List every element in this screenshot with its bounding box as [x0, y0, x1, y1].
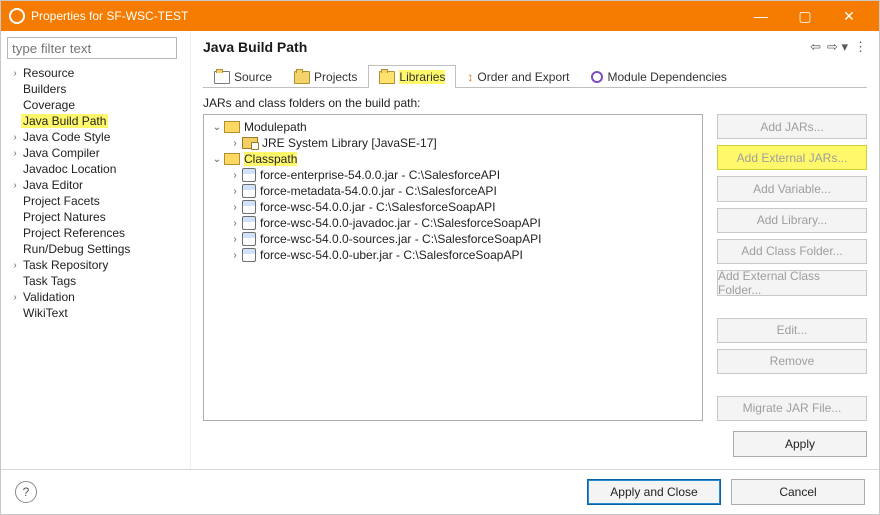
help-icon[interactable]: ?	[15, 481, 37, 503]
tree-node-modulepath[interactable]: ⌄ Modulepath	[210, 119, 696, 135]
apply-and-close-button[interactable]: Apply and Close	[587, 479, 721, 505]
nav-item[interactable]: Builders	[7, 81, 184, 97]
jar-icon	[242, 168, 256, 182]
minimize-button[interactable]: ―	[739, 1, 783, 31]
nav-item[interactable]: WikiText	[7, 305, 184, 321]
properties-dialog: Properties for SF-WSC-TEST ― ▢ ✕ ›Resour…	[0, 0, 880, 515]
edit-button[interactable]: Edit...	[717, 318, 867, 343]
projects-icon	[294, 71, 310, 84]
tree-node-jar[interactable]: ›force-wsc-54.0.0-javadoc.jar - C:\Sales…	[210, 215, 696, 231]
nav-item[interactable]: Project Facets	[7, 193, 184, 209]
eclipse-icon	[9, 8, 25, 24]
tree-node-classpath[interactable]: ⌄ Classpath	[210, 151, 696, 167]
titlebar: Properties for SF-WSC-TEST ― ▢ ✕	[1, 1, 879, 31]
tab-libraries[interactable]: Libraries	[368, 65, 456, 88]
add-library-button[interactable]: Add Library...	[717, 208, 867, 233]
nav-item[interactable]: ›Java Compiler	[7, 145, 184, 161]
jar-icon	[242, 184, 256, 198]
nav-item[interactable]: Task Tags	[7, 273, 184, 289]
apply-button[interactable]: Apply	[733, 431, 867, 457]
tree-node-jar[interactable]: ›force-wsc-54.0.0-uber.jar - C:\Salesfor…	[210, 247, 696, 263]
add-class-folder-button[interactable]: Add Class Folder...	[717, 239, 867, 264]
jar-icon	[242, 200, 256, 214]
back-icon[interactable]: ⇦	[810, 39, 821, 55]
tree-node-jar[interactable]: ›force-enterprise-54.0.0.jar - C:\Salesf…	[210, 167, 696, 183]
tab-module-deps[interactable]: Module Dependencies	[580, 65, 737, 88]
list-label: JARs and class folders on the build path…	[203, 96, 867, 110]
source-icon	[214, 71, 230, 84]
nav-item[interactable]: ›Java Code Style	[7, 129, 184, 145]
add-variable-button[interactable]: Add Variable...	[717, 176, 867, 201]
nav-item[interactable]: Project Natures	[7, 209, 184, 225]
remove-button[interactable]: Remove	[717, 349, 867, 374]
tree-node-jar[interactable]: ›force-wsc-54.0.0-sources.jar - C:\Sales…	[210, 231, 696, 247]
nav-panel: ›ResourceBuildersCoverageJava Build Path…	[1, 31, 191, 469]
tab-bar: Source Projects Libraries ↕Order and Exp…	[203, 61, 867, 88]
dialog-footer: ? Apply and Close Cancel	[1, 469, 879, 514]
nav-item[interactable]: ›Task Repository	[7, 257, 184, 273]
nav-item[interactable]: ›Java Editor	[7, 177, 184, 193]
window-title: Properties for SF-WSC-TEST	[31, 9, 739, 23]
classpath-icon	[224, 153, 240, 165]
nav-item[interactable]: ›Resource	[7, 65, 184, 81]
cancel-button[interactable]: Cancel	[731, 479, 865, 505]
add-jars-button[interactable]: Add JARs...	[717, 114, 867, 139]
modulepath-icon	[224, 121, 240, 133]
tab-projects[interactable]: Projects	[283, 65, 368, 88]
close-button[interactable]: ✕	[827, 1, 871, 31]
page-panel: Java Build Path ⇦ ⇨ ▾ ⋮ Source Projects …	[191, 31, 879, 469]
nav-item[interactable]: Javadoc Location	[7, 161, 184, 177]
classpath-tree[interactable]: ⌄ Modulepath › JRE System Library [JavaS…	[203, 114, 703, 421]
forward-icon[interactable]: ⇨ ▾	[827, 39, 848, 55]
maximize-button[interactable]: ▢	[783, 1, 827, 31]
tree-node-jar[interactable]: ›force-metadata-54.0.0.jar - C:\Salesfor…	[210, 183, 696, 199]
jar-icon	[242, 248, 256, 262]
button-column: Add JARs... Add External JARs... Add Var…	[717, 114, 867, 421]
header-toolbar: ⇦ ⇨ ▾ ⋮	[810, 39, 867, 55]
tab-order-export[interactable]: ↕Order and Export	[456, 65, 580, 88]
nav-item[interactable]: ›Validation	[7, 289, 184, 305]
module-deps-icon	[591, 71, 603, 83]
add-external-jars-button[interactable]: Add External JARs...	[717, 145, 867, 170]
nav-item[interactable]: Run/Debug Settings	[7, 241, 184, 257]
nav-item[interactable]: Coverage	[7, 97, 184, 113]
jre-library-icon	[242, 137, 258, 149]
add-external-class-folder-button[interactable]: Add External Class Folder...	[717, 270, 867, 296]
tree-node-jar[interactable]: ›force-wsc-54.0.0.jar - C:\SalesforceSoa…	[210, 199, 696, 215]
nav-item[interactable]: Java Build Path	[7, 113, 184, 129]
tree-node-jre[interactable]: › JRE System Library [JavaSE-17]	[210, 135, 696, 151]
jar-icon	[242, 232, 256, 246]
libraries-icon	[379, 71, 395, 84]
filter-input[interactable]	[7, 37, 177, 59]
tab-source[interactable]: Source	[203, 65, 283, 88]
order-icon: ↕	[467, 70, 473, 84]
jar-icon	[242, 216, 256, 230]
page-title: Java Build Path	[203, 39, 810, 55]
migrate-jar-button[interactable]: Migrate JAR File...	[717, 396, 867, 421]
menu-icon[interactable]: ⋮	[854, 39, 867, 55]
nav-item[interactable]: Project References	[7, 225, 184, 241]
nav-list: ›ResourceBuildersCoverageJava Build Path…	[7, 65, 184, 463]
